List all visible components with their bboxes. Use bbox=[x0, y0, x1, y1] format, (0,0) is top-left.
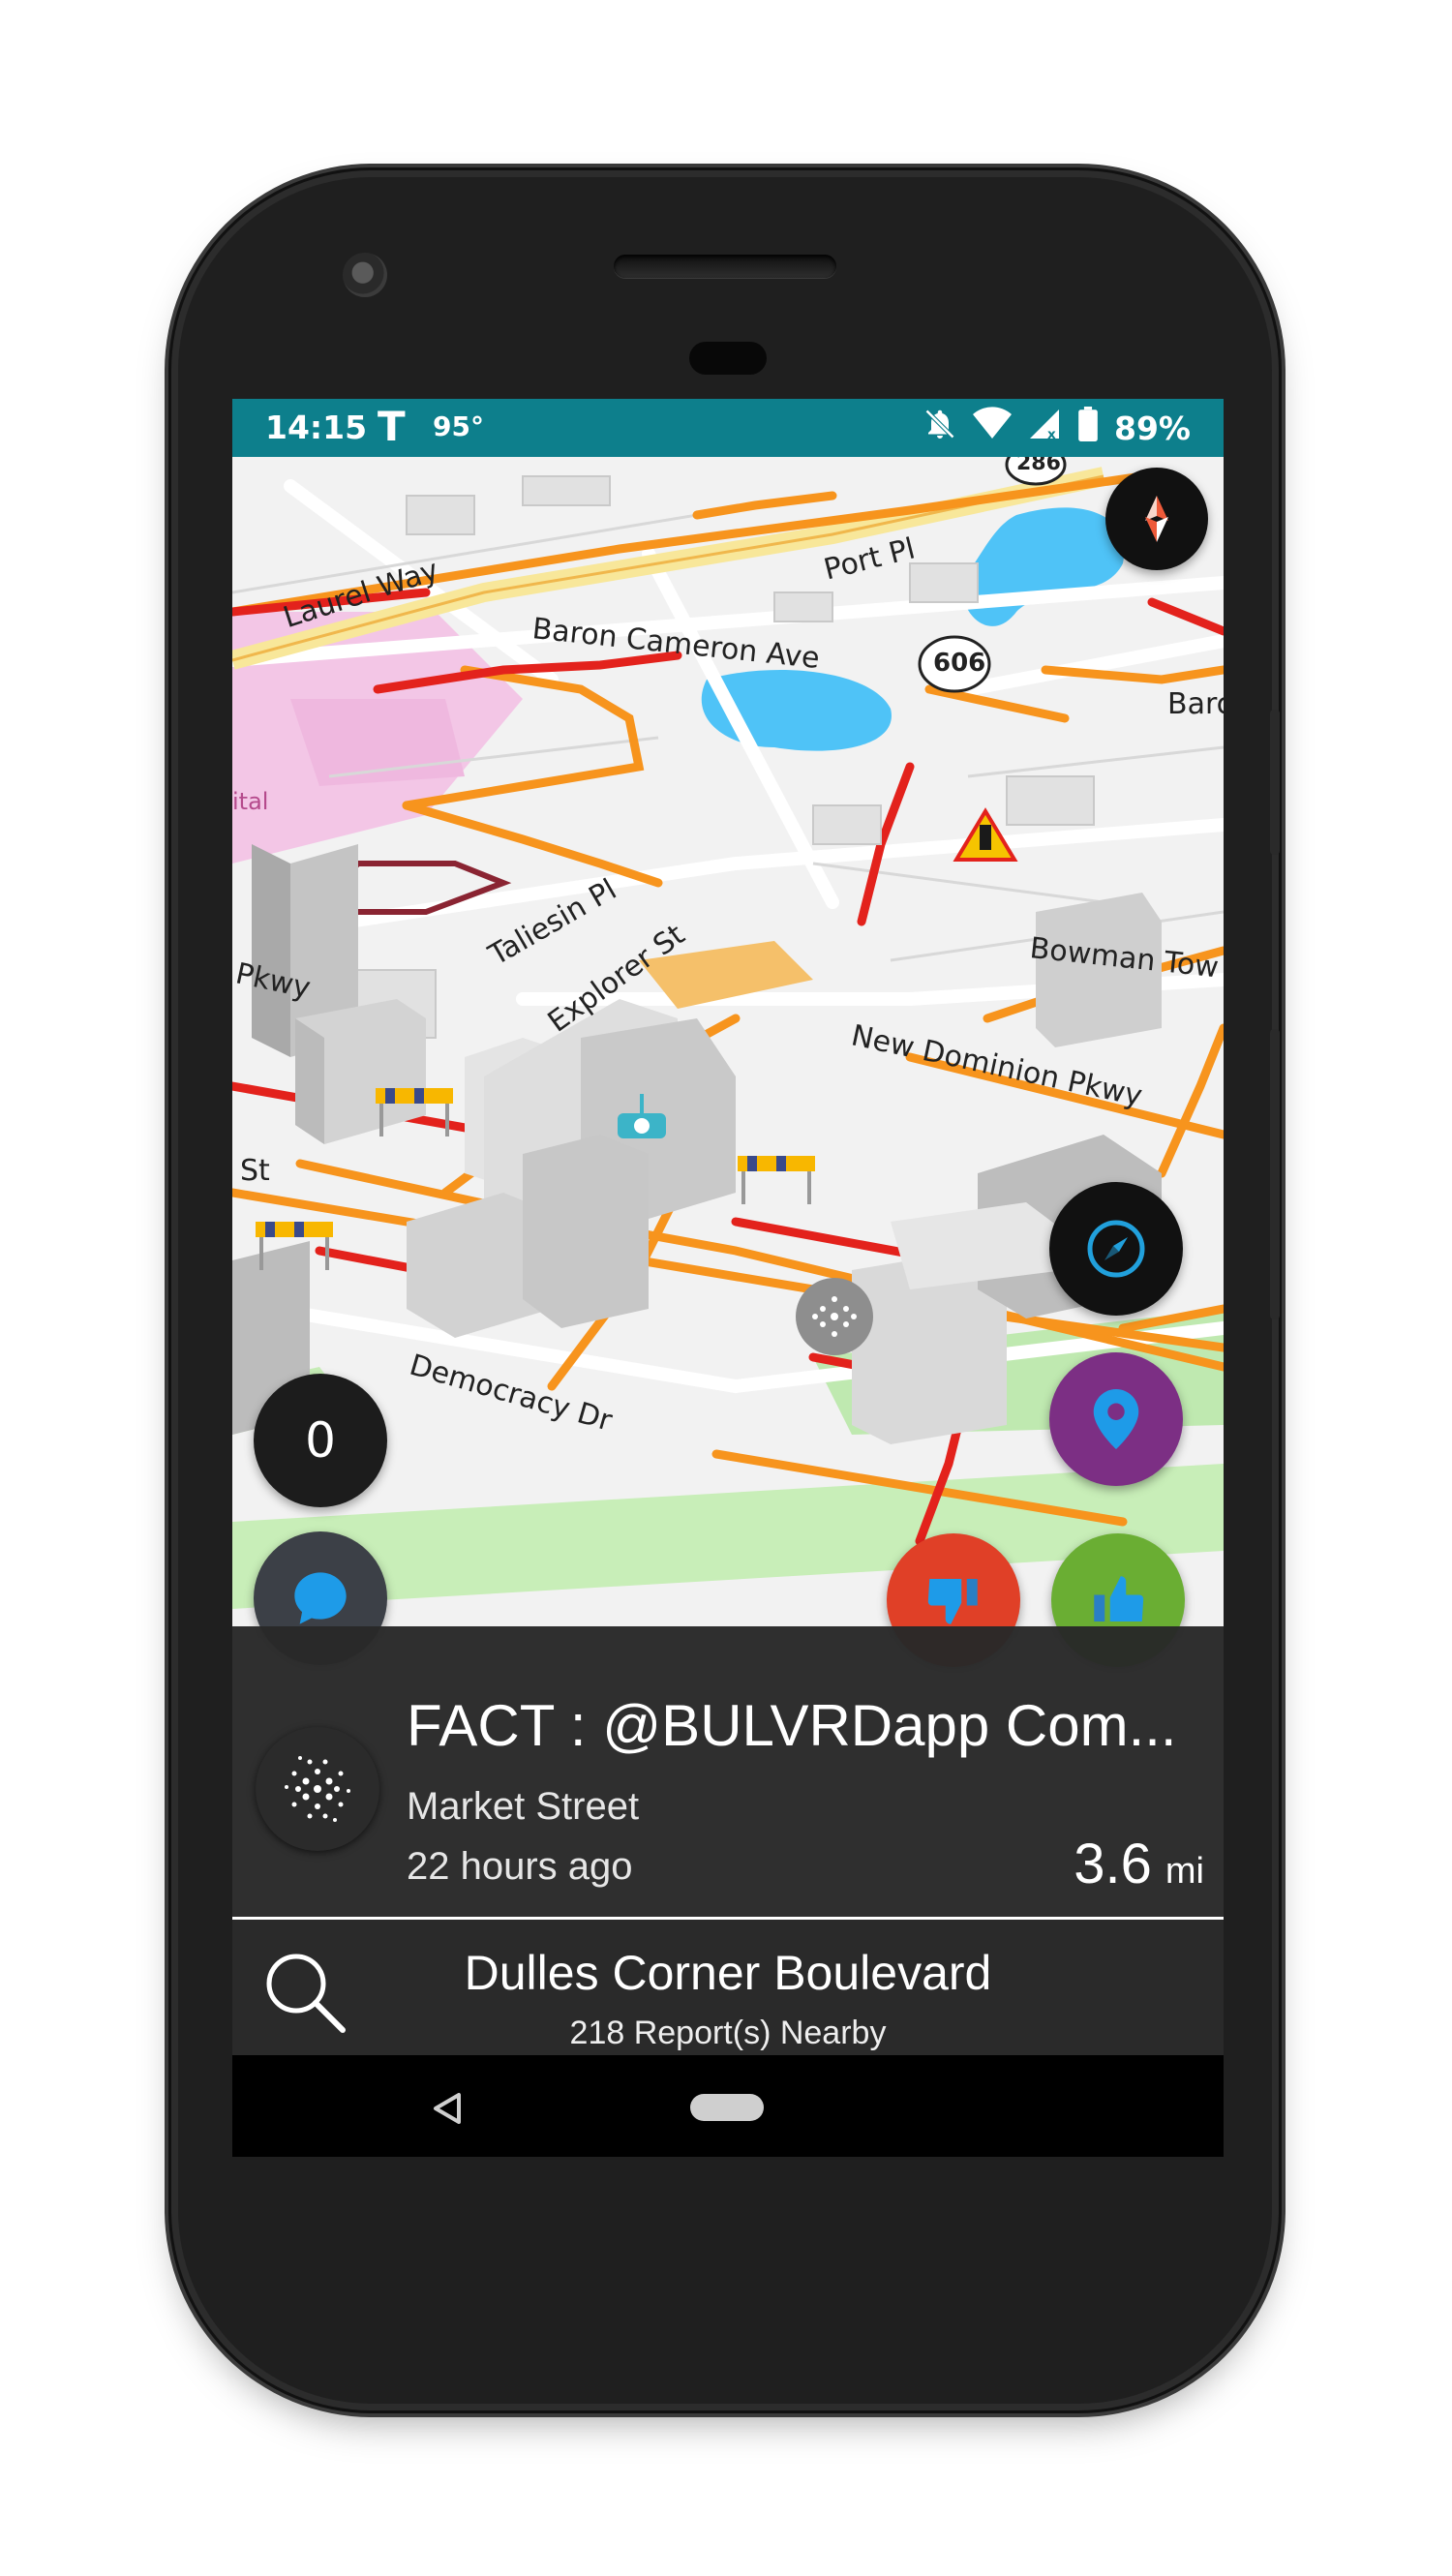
distance-value: 3.6 bbox=[1074, 1833, 1152, 1895]
thumbs-down-icon bbox=[927, 1579, 978, 1624]
wifi-icon bbox=[973, 407, 1012, 449]
system-navigation-bar bbox=[232, 2055, 1224, 2157]
notifications-off-icon bbox=[923, 407, 957, 449]
proximity-sensor bbox=[689, 342, 767, 375]
reports-nearby-count: 218 Report(s) Nearby bbox=[569, 2015, 887, 2051]
cell-signal-icon: x bbox=[1027, 407, 1062, 449]
distance-unit: mi bbox=[1165, 1851, 1204, 1892]
earpiece-speaker bbox=[614, 255, 836, 278]
report-time-ago: 22 hours ago bbox=[407, 1845, 633, 1888]
front-camera bbox=[343, 253, 387, 297]
my-location-button[interactable] bbox=[1049, 1352, 1183, 1486]
status-bar: 14:15 T 95° x 89% bbox=[232, 399, 1224, 457]
compass-needle-icon bbox=[1145, 496, 1168, 542]
navigation-compass-icon bbox=[1087, 1220, 1145, 1278]
report-street: Market Street bbox=[407, 1785, 640, 1828]
chat-bubble-icon bbox=[294, 1572, 347, 1624]
home-pill-button[interactable] bbox=[690, 2094, 764, 2121]
location-pin-icon bbox=[1093, 1389, 1139, 1449]
search-bar[interactable]: Dulles Corner Boulevard 218 Report(s) Ne… bbox=[232, 1920, 1224, 2055]
street-label-st: St bbox=[240, 1154, 270, 1188]
current-place: Dulles Corner Boulevard bbox=[464, 1946, 992, 2000]
battery-icon bbox=[1077, 407, 1099, 449]
counter-value: 0 bbox=[305, 1412, 336, 1469]
iota-logo-icon bbox=[285, 1756, 350, 1822]
battery-percentage: 89% bbox=[1114, 409, 1191, 447]
navigation-button[interactable] bbox=[1049, 1182, 1183, 1316]
report-distance: 3.6 mi bbox=[1074, 1832, 1204, 1896]
svg-text:x: x bbox=[1047, 427, 1056, 441]
orientation-compass-button[interactable] bbox=[1105, 468, 1208, 570]
iota-logo-avatar bbox=[256, 1727, 379, 1851]
route-shield-606: 606 bbox=[933, 649, 986, 678]
app-screen: 14:15 T 95° x 89% Laurel Way Baron Camer… bbox=[232, 399, 1224, 2157]
counter-button[interactable]: 0 bbox=[254, 1374, 387, 1507]
status-time: 14:15 bbox=[265, 409, 368, 446]
report-title: FACT : @BULVRDapp Com... bbox=[407, 1693, 1177, 1758]
volume-button bbox=[1270, 1029, 1280, 1319]
thumbs-up-icon bbox=[1094, 1576, 1144, 1621]
report-card[interactable]: FACT : @BULVRDapp Com... Market Street 2… bbox=[232, 1626, 1224, 1917]
temperature-reading: 95° bbox=[433, 410, 484, 442]
route-shield-286: 286 bbox=[1016, 457, 1061, 475]
street-label-barc: Barc bbox=[1167, 687, 1224, 721]
carrier-logo-icon: T bbox=[378, 403, 406, 450]
poi-label-hospital: ital bbox=[232, 788, 269, 815]
back-icon[interactable] bbox=[432, 2092, 463, 2130]
power-button bbox=[1270, 710, 1280, 855]
